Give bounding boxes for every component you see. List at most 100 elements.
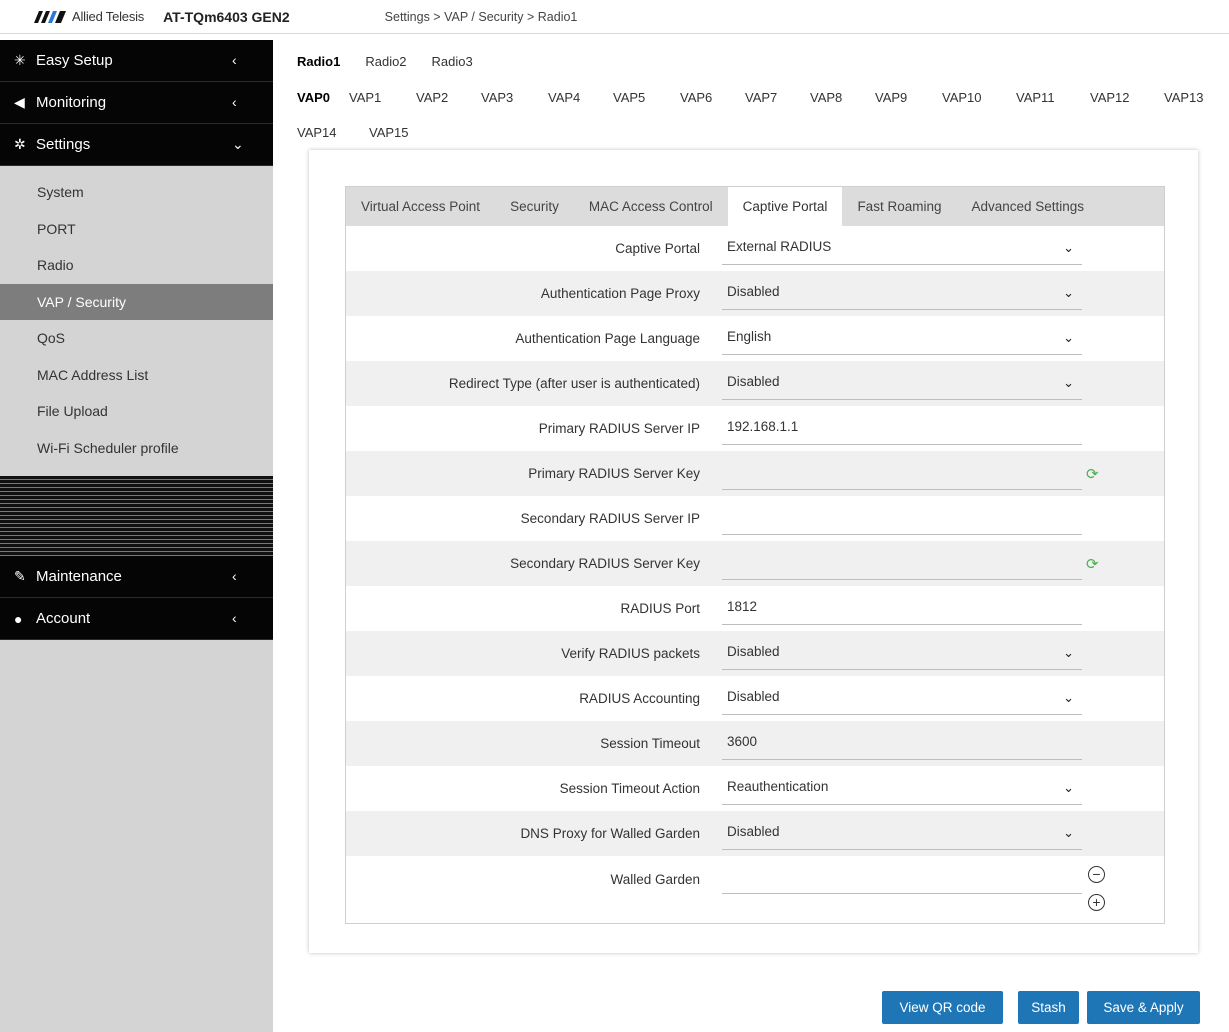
tab-vap14[interactable]: VAP14: [297, 121, 369, 144]
add-icon[interactable]: +: [1088, 894, 1105, 911]
remove-icon[interactable]: −: [1088, 866, 1105, 883]
sidebar-item-monitoring[interactable]: ◀ Monitoring ‹: [0, 82, 273, 124]
field-label: Walled Garden: [610, 872, 700, 887]
sidebar-item-file-upload[interactable]: File Upload: [0, 393, 273, 430]
sidebar-item-wifi-scheduler-profile[interactable]: Wi-Fi Scheduler profile: [0, 430, 273, 467]
chevron-left-icon: ‹: [232, 52, 237, 68]
redirect-type-select[interactable]: Disabled ⌄: [722, 368, 1082, 400]
chevron-down-icon: ⌄: [1063, 239, 1074, 255]
tab-advanced-settings[interactable]: Advanced Settings: [956, 187, 1099, 226]
chevron-down-icon: ⌄: [1063, 689, 1074, 705]
sidebar-item-label: Settings: [36, 136, 91, 153]
sidebar-item-vap-security[interactable]: VAP / Security: [0, 283, 273, 320]
chevron-left-icon: ‹: [232, 94, 237, 110]
select-value: English: [727, 328, 772, 344]
tab-vap12[interactable]: VAP12: [1090, 86, 1164, 109]
refresh-icon[interactable]: ⟳: [1086, 465, 1099, 483]
wrench-icon: ✎: [14, 568, 26, 584]
tab-vap9[interactable]: VAP9: [875, 86, 942, 109]
tab-vap0[interactable]: VAP0: [297, 86, 349, 109]
field-label: DNS Proxy for Walled Garden: [520, 826, 700, 841]
primary-radius-key-input[interactable]: [722, 458, 1082, 490]
tab-vap4[interactable]: VAP4: [548, 86, 613, 109]
vap-tabs-row1: VAP0 VAP1 VAP2 VAP3 VAP4 VAP5 VAP6 VAP7 …: [285, 86, 1214, 109]
sidebar-item-easy-setup[interactable]: ✳ Easy Setup ‹: [0, 40, 273, 82]
sidebar-divider: [0, 476, 273, 556]
tab-vap2[interactable]: VAP2: [416, 86, 481, 109]
tab-vap11[interactable]: VAP11: [1016, 86, 1090, 109]
sidebar-item-system[interactable]: System: [0, 174, 273, 211]
select-value: Disabled: [727, 823, 780, 839]
stash-button[interactable]: Stash: [1018, 991, 1079, 1024]
settings-panel: Virtual Access Point Security MAC Access…: [309, 150, 1198, 953]
select-value: Disabled: [727, 283, 780, 299]
sidebar-item-port[interactable]: PORT: [0, 211, 273, 248]
form-row-session-timeout-action: Session Timeout Action Reauthentication ⌄: [346, 766, 1164, 811]
walled-garden-input[interactable]: [722, 862, 1082, 894]
tab-radio2[interactable]: Radio2: [353, 48, 419, 78]
tab-fast-roaming[interactable]: Fast Roaming: [842, 187, 956, 226]
tab-radio3[interactable]: Radio3: [420, 48, 486, 78]
tab-vap7[interactable]: VAP7: [745, 86, 810, 109]
top-bar: Allied Telesis AT-TQm6403 GEN2 Settings …: [0, 0, 1229, 34]
tab-vap5[interactable]: VAP5: [613, 86, 680, 109]
tab-security[interactable]: Security: [495, 187, 574, 226]
secondary-radius-key-input[interactable]: [722, 548, 1082, 580]
tab-vap3[interactable]: VAP3: [481, 86, 548, 109]
primary-radius-ip-input[interactable]: 192.168.1.1: [722, 413, 1082, 445]
sidebar-item-label: Account: [36, 610, 91, 627]
field-label: Authentication Page Proxy: [540, 286, 700, 301]
sidebar-item-label: Monitoring: [36, 94, 107, 111]
tab-vap10[interactable]: VAP10: [942, 86, 1016, 109]
form-row-primary-radius-key: Primary RADIUS Server Key ⟳: [346, 451, 1164, 496]
form-row-redirect-type: Redirect Type (after user is authenticat…: [346, 361, 1164, 406]
field-label: Authentication Page Language: [515, 331, 700, 346]
save-apply-button[interactable]: Save & Apply: [1087, 991, 1200, 1024]
sidebar-item-settings[interactable]: ✲ Settings ⌄: [0, 124, 273, 166]
gear-icon: ✲: [14, 136, 26, 152]
field-label: Primary RADIUS Server Key: [528, 466, 700, 481]
tab-vap1[interactable]: VAP1: [349, 86, 416, 109]
tab-vap15[interactable]: VAP15: [369, 121, 419, 144]
chevron-left-icon: ‹: [232, 610, 237, 626]
radius-accounting-select[interactable]: Disabled ⌄: [722, 683, 1082, 715]
sidebar-item-qos[interactable]: QoS: [0, 320, 273, 357]
share-icon: ◀: [14, 94, 25, 110]
sidebar-item-account[interactable]: ● Account ‹: [0, 598, 273, 640]
magic-wand-icon: ✳: [14, 52, 26, 68]
chevron-down-icon: ⌄: [1063, 644, 1074, 660]
form-row-radius-accounting: RADIUS Accounting Disabled ⌄: [346, 676, 1164, 721]
form-row-auth-page-proxy: Authentication Page Proxy Disabled ⌄: [346, 271, 1164, 316]
settings-sub-tabs: Virtual Access Point Security MAC Access…: [346, 187, 1164, 226]
field-label: Verify RADIUS packets: [561, 646, 700, 661]
session-timeout-action-select[interactable]: Reauthentication ⌄: [722, 773, 1082, 805]
dns-proxy-select[interactable]: Disabled ⌄: [722, 818, 1082, 850]
select-value: External RADIUS: [727, 238, 832, 254]
form-row-secondary-radius-key: Secondary RADIUS Server Key ⟳: [346, 541, 1164, 586]
tab-mac-access-control[interactable]: MAC Access Control: [574, 187, 728, 226]
form-row-auth-page-language: Authentication Page Language English ⌄: [346, 316, 1164, 361]
secondary-radius-ip-input[interactable]: [722, 503, 1082, 535]
tab-virtual-access-point[interactable]: Virtual Access Point: [346, 187, 495, 226]
session-timeout-input[interactable]: 3600: [722, 728, 1082, 760]
view-qr-code-button[interactable]: View QR code: [882, 991, 1003, 1024]
verify-radius-select[interactable]: Disabled ⌄: [722, 638, 1082, 670]
tab-captive-portal[interactable]: Captive Portal: [727, 187, 843, 226]
tab-radio1[interactable]: Radio1: [285, 48, 353, 78]
tab-vap8[interactable]: VAP8: [810, 86, 875, 109]
field-label: RADIUS Accounting: [579, 691, 700, 706]
chevron-left-icon: ‹: [232, 568, 237, 584]
tab-vap13[interactable]: VAP13: [1164, 86, 1214, 109]
tab-vap6[interactable]: VAP6: [680, 86, 745, 109]
sidebar-item-radio[interactable]: Radio: [0, 247, 273, 284]
radius-port-input[interactable]: 1812: [722, 593, 1082, 625]
sidebar-item-mac-address-list[interactable]: MAC Address List: [0, 357, 273, 394]
sidebar-item-maintenance[interactable]: ✎ Maintenance ‹: [0, 556, 273, 598]
captive-portal-form: Virtual Access Point Security MAC Access…: [345, 186, 1165, 924]
select-value: Disabled: [727, 688, 780, 704]
refresh-icon[interactable]: ⟳: [1086, 555, 1099, 573]
auth-page-language-select[interactable]: English ⌄: [722, 323, 1082, 355]
auth-page-proxy-select[interactable]: Disabled ⌄: [722, 278, 1082, 310]
captive-portal-select[interactable]: External RADIUS ⌄: [722, 233, 1082, 265]
field-label: Secondary RADIUS Server Key: [510, 556, 700, 571]
